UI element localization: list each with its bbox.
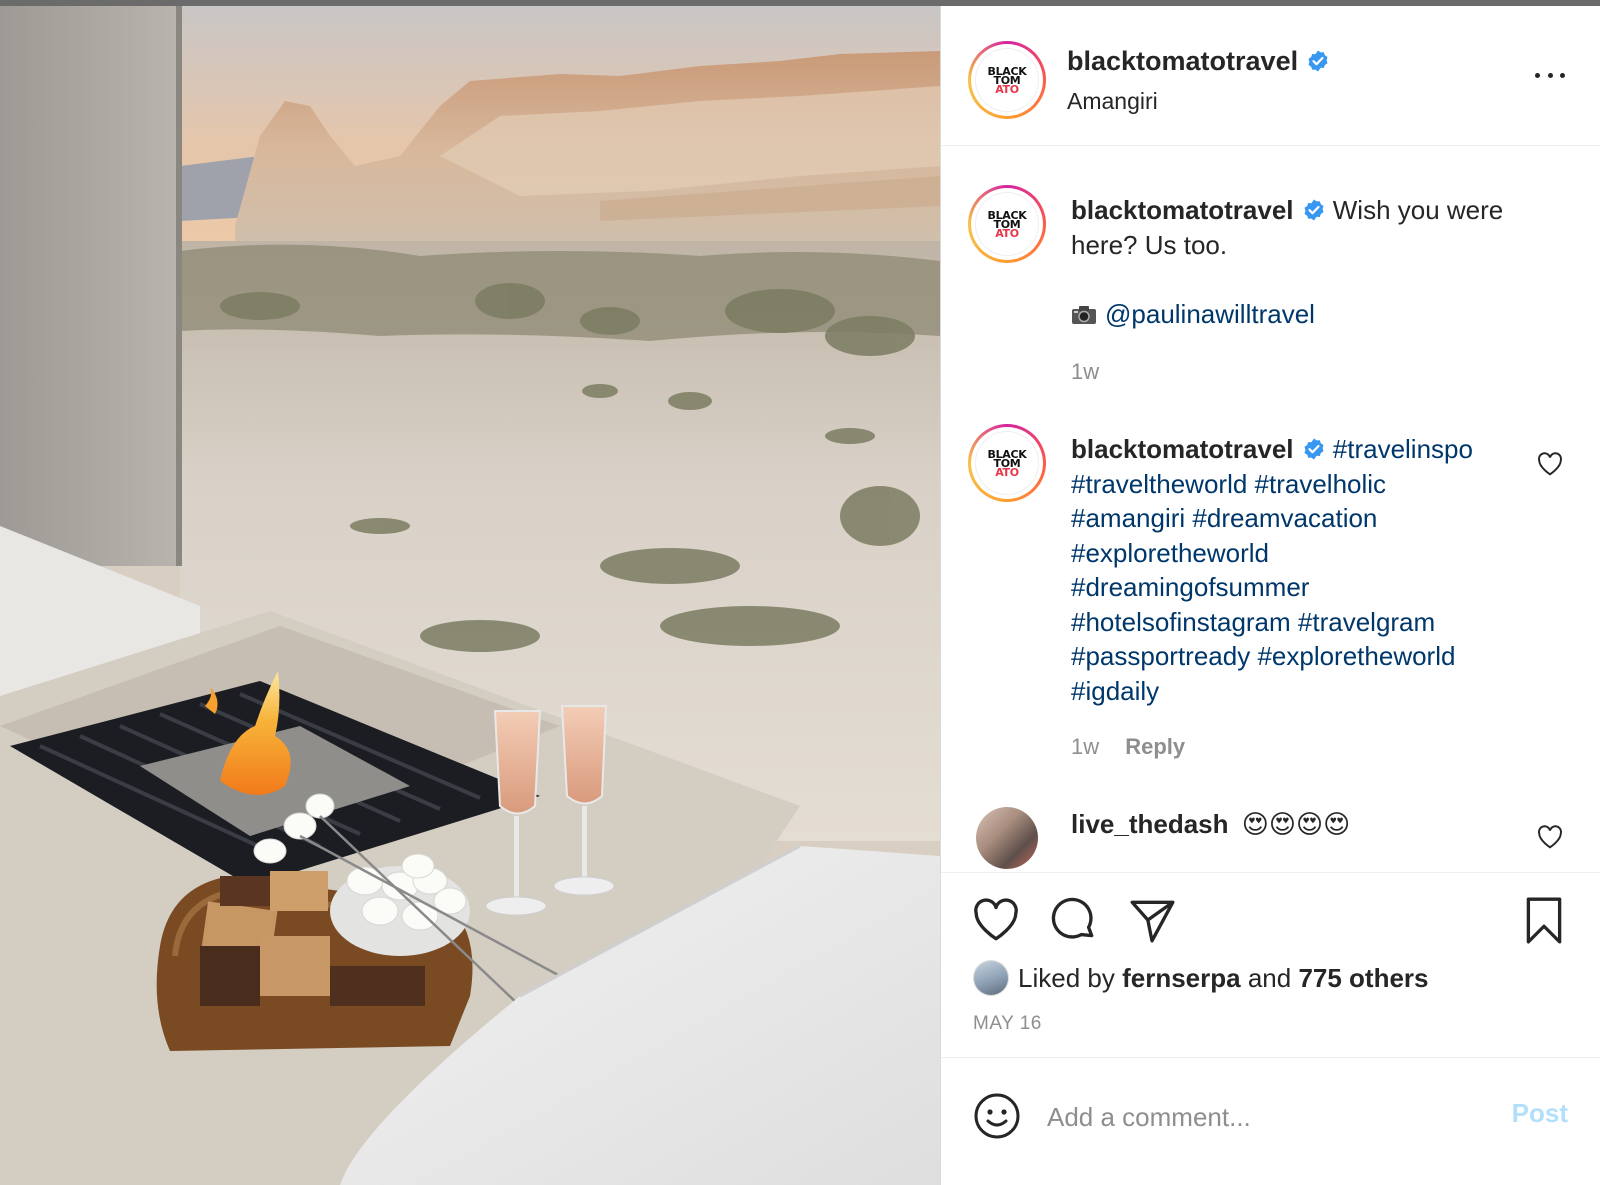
comment-body: 😍😍😍😍 [1241,809,1351,839]
liked-by-row[interactable]: Liked by fernserpa and 775 others [973,960,1429,996]
comment-username[interactable]: blacktomatotravel [1071,434,1294,464]
hashtag-line[interactable]: #dreamingofsummer [1071,572,1309,602]
caption-username[interactable]: blacktomatotravel [1071,195,1294,225]
post-actions: Liked by fernserpa and 775 others MAY 16 [941,872,1600,1057]
black-tomato-logo: BLACK TOM ATO [975,431,1039,495]
liker-username[interactable]: fernserpa [1122,963,1241,994]
author-avatar[interactable]: BLACK TOM ATO [968,41,1046,119]
comment-username[interactable]: live_thedash [1071,809,1229,839]
hashtag-comment-text: blacktomatotravel #travelinspo #travelth… [1071,432,1541,708]
add-comment-bar: Post [941,1057,1600,1185]
photo-credit-row: @paulinawilltravel [1071,297,1541,332]
verified-badge-icon [1304,438,1324,460]
post-header: BLACK TOM ATO blacktomatotravel Amangiri [941,6,1600,146]
comment-avatar[interactable]: BLACK TOM ATO [968,424,1046,502]
comment-meta: 1w Reply [1071,734,1185,760]
add-comment-input[interactable] [1047,1096,1467,1138]
others-likes-link[interactable]: 775 others [1298,963,1428,994]
post-location[interactable]: Amangiri [1067,88,1158,115]
comment-bubble-icon[interactable] [1049,895,1099,945]
liked-by-prefix: Liked by [1018,962,1115,993]
like-heart-icon[interactable] [971,895,1021,945]
user-comment-text: live_thedash 😍😍😍😍 [1071,807,1541,842]
like-comment-heart-icon[interactable] [1537,452,1563,476]
black-tomato-logo: BLACK TOM ATO [975,48,1039,112]
caption-time[interactable]: 1w [1071,359,1099,385]
author-username-row[interactable]: blacktomatotravel [1067,46,1330,77]
caption-block: BLACK TOM ATO blacktomatotravel Wish you w… [941,185,1600,435]
desert-fire-pit-photo [0,6,940,1185]
hashtag-line[interactable]: #passportready #exploretheworld [1071,641,1455,671]
camera-icon [1071,299,1097,324]
black-tomato-logo: BLACK TOM ATO [975,192,1039,256]
post-date[interactable]: MAY 16 [973,1013,1042,1035]
share-send-icon[interactable] [1127,895,1177,945]
live-thedash-avatar[interactable] [976,807,1038,869]
caption-text: blacktomatotravel Wish you were here? Us… [1071,193,1541,262]
more-options-icon[interactable] [1535,62,1565,88]
user-comment: live_thedash 😍😍😍😍 [941,807,1600,871]
photo-credit-mention[interactable]: @paulinawilltravel [1105,299,1315,329]
reply-button[interactable]: Reply [1125,734,1185,759]
liker-avatar[interactable] [973,960,1009,996]
emoji-smiley-icon[interactable] [973,1092,1021,1140]
hashtag-comment: BLACK TOM ATO blacktomatotravel #travelins… [941,424,1600,774]
caption-avatar[interactable]: BLACK TOM ATO [968,185,1046,263]
like-comment-heart-icon[interactable] [1537,825,1563,849]
hashtag-line[interactable]: #amangiri #dreamvacation [1071,503,1377,533]
post-photo[interactable] [0,6,940,1185]
hashtag-line[interactable]: #travelinspo [1333,434,1473,464]
instagram-post: BLACK TOM ATO blacktomatotravel Amangiri B… [0,6,1600,1185]
hashtag-line[interactable]: #hotelsofinstagram #travelgram [1071,607,1435,637]
hashtag-line[interactable]: #exploretheworld [1071,538,1269,568]
hashtag-line[interactable]: #igdaily [1071,676,1159,706]
liked-by-and: and [1247,962,1292,993]
hashtag-line[interactable]: #traveltheworld #travelholic [1071,469,1386,499]
verified-badge-icon [1304,199,1324,221]
author-username[interactable]: blacktomatotravel [1067,46,1298,76]
comment-time[interactable]: 1w [1071,734,1099,759]
post-comment-button[interactable]: Post [1512,1098,1568,1129]
verified-badge-icon [1308,50,1328,72]
save-bookmark-icon[interactable] [1519,895,1569,945]
comments-list[interactable]: BLACK TOM ATO blacktomatotravel Wish you w… [941,147,1600,871]
post-sidebar: BLACK TOM ATO blacktomatotravel Amangiri B… [940,6,1600,1185]
